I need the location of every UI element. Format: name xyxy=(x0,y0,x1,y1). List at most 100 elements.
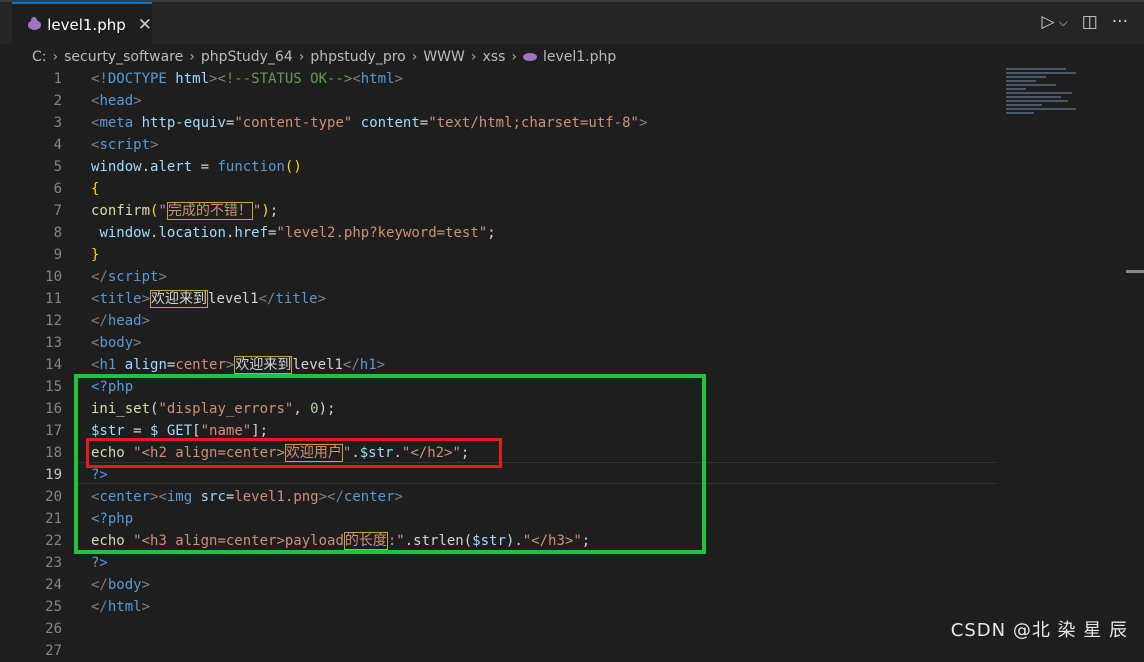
code-token: "content-type" xyxy=(234,115,361,131)
line-number: 14 xyxy=(45,357,62,373)
code-line[interactable]: 2 <head> xyxy=(0,90,1000,112)
code-token: confirm xyxy=(91,203,151,219)
code-line[interactable]: 4 <script> xyxy=(0,134,1000,156)
code-token: ?> xyxy=(91,555,108,571)
breadcrumb-item[interactable]: phpstudy_pro xyxy=(310,49,405,65)
code-line[interactable]: 23 ?> xyxy=(0,552,1000,574)
code-token: href xyxy=(234,225,269,241)
code-text: <head> xyxy=(91,90,142,112)
line-number: 12 xyxy=(45,313,62,329)
run-icon[interactable]: ▷ xyxy=(1042,12,1055,32)
code-token: . xyxy=(141,159,151,175)
line-number: 7 xyxy=(53,203,62,219)
breadcrumb-item[interactable]: C: xyxy=(32,49,47,65)
line-number: 11 xyxy=(45,291,62,307)
more-actions-icon[interactable]: ··· xyxy=(1112,12,1128,32)
chevron-right-icon: › xyxy=(470,49,477,65)
line-number: 18 xyxy=(45,445,62,461)
breadcrumb-item[interactable]: securty_software xyxy=(64,49,183,65)
code-line[interactable]: 25 </html> xyxy=(0,596,1000,618)
minimap[interactable] xyxy=(1006,68,1086,128)
code-token: html xyxy=(360,71,395,87)
code-token: <! xyxy=(91,71,108,87)
code-token: </ xyxy=(91,577,108,593)
code-token: > xyxy=(394,71,403,87)
close-icon[interactable]: ✕ xyxy=(138,15,152,35)
code-token: "text/html;charset=utf-8" xyxy=(428,115,639,131)
code-token: 完成的不错！ xyxy=(166,202,253,220)
line-number: 20 xyxy=(45,489,62,505)
tab-bar: level1.php ✕ ▷ ⌵ ◫ ··· xyxy=(0,0,1144,46)
code-line[interactable]: 9} xyxy=(0,244,1000,266)
line-number: 24 xyxy=(45,577,62,593)
editor-tab[interactable]: level1.php ✕ xyxy=(12,2,152,46)
code-line[interactable]: 26 xyxy=(0,618,1000,640)
code-text: { xyxy=(91,178,99,200)
code-token: < xyxy=(352,71,361,87)
code-token: script xyxy=(99,137,151,153)
code-token: http-equiv xyxy=(141,115,226,131)
code-token: > xyxy=(317,291,327,307)
code-token: meta xyxy=(99,115,142,131)
code-token: > xyxy=(133,93,142,109)
code-text: window.alert = function() xyxy=(91,156,302,178)
breadcrumb-item[interactable]: phpStudy_64 xyxy=(201,49,293,65)
code-editor[interactable]: 1 <!DOCTYPE html><!--STATUS OK--><html> 2 <… xyxy=(0,68,1144,659)
line-number: 17 xyxy=(45,423,62,439)
code-line[interactable]: 11 <title>欢迎来到level1</title> xyxy=(0,288,1000,310)
line-number: 2 xyxy=(53,93,62,109)
code-line[interactable]: 1 <!DOCTYPE html><!--STATUS OK--><html> xyxy=(0,68,1000,90)
code-token: window xyxy=(99,225,151,241)
code-line[interactable]: 13 <body> xyxy=(0,332,1000,354)
code-line[interactable]: 27 xyxy=(0,640,1000,662)
code-token: ; xyxy=(487,225,496,241)
code-token: DOCTYPE xyxy=(107,71,176,87)
breadcrumb-item[interactable]: xss xyxy=(482,49,505,65)
code-line[interactable]: 6{ xyxy=(0,178,1000,200)
code-token: content xyxy=(360,115,420,131)
code-line[interactable]: 24 </body> xyxy=(0,574,1000,596)
line-number: 15 xyxy=(45,379,62,395)
watermark: CSDN @北 染 星 辰 xyxy=(950,620,1128,641)
split-editor-icon[interactable]: ◫ xyxy=(1082,12,1098,32)
code-token: 欢迎来到 xyxy=(234,356,293,374)
php-elephant-icon xyxy=(28,17,42,30)
code-text: <title>欢迎来到level1</title> xyxy=(91,288,326,310)
scrollbar-indicator[interactable] xyxy=(1126,270,1144,273)
line-number: 10 xyxy=(45,269,62,285)
code-token: </ xyxy=(91,599,108,615)
code-token: > xyxy=(141,599,151,615)
breadcrumb-item[interactable]: level1.php xyxy=(543,49,616,65)
breadcrumb-item[interactable]: WWW xyxy=(423,49,465,65)
chevron-down-icon[interactable]: ⌵ xyxy=(1059,15,1068,30)
code-token: title xyxy=(275,291,318,307)
code-token: level1 xyxy=(208,291,259,307)
red-highlight-box xyxy=(86,438,502,468)
code-line[interactable]: 10 </script> xyxy=(0,266,1000,288)
code-token: body xyxy=(99,335,134,351)
code-token: align xyxy=(124,357,167,373)
code-line[interactable]: 5 window.alert = function() xyxy=(0,156,1000,178)
code-token: center xyxy=(175,357,226,373)
chevron-right-icon: › xyxy=(298,49,305,65)
code-token: </ xyxy=(91,313,108,329)
code-line[interactable]: 7 confirm("完成的不错！"); xyxy=(0,200,1000,222)
line-number: 27 xyxy=(45,643,62,659)
code-token: > xyxy=(638,115,648,131)
code-text: </script> xyxy=(91,266,167,288)
code-token: script xyxy=(107,269,159,285)
code-token: head xyxy=(107,313,142,329)
chevron-right-icon: › xyxy=(189,49,195,65)
code-line[interactable]: 8 window.location.href="level2.php?keywo… xyxy=(0,222,1000,244)
code-token: " xyxy=(158,203,167,219)
code-token: html xyxy=(107,599,142,615)
code-line[interactable]: 3 <meta http-equiv="content-type" content… xyxy=(0,112,1000,134)
line-number: 6 xyxy=(53,181,62,197)
line-number: 3 xyxy=(53,115,62,131)
code-text: <!DOCTYPE html><!--STATUS OK--><html> xyxy=(91,68,403,90)
line-number: 8 xyxy=(53,225,62,241)
code-line[interactable]: 12 </head> xyxy=(0,310,1000,332)
code-line[interactable]: 14 <h1 align=center>欢迎来到level1</h1> xyxy=(0,354,1000,376)
code-token: > xyxy=(133,335,142,351)
code-text: } xyxy=(91,244,99,266)
